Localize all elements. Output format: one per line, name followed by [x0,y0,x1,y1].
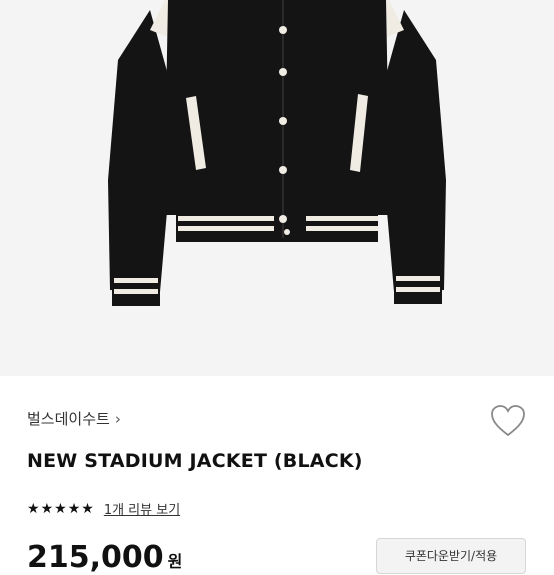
product-info: 벌스데이수트 › NEW STADIUM JACKET (BLACK) ★ ★ … [0,376,554,575]
star-rating: ★ ★ ★ ★ ★ [27,502,94,516]
star-icon: ★ [40,500,54,517]
coupon-button[interactable]: 쿠폰다운받기/적용 [376,538,526,574]
heart-outline-icon[interactable] [490,404,526,438]
jacket-illustration [108,0,446,306]
review-link[interactable]: 1개 리뷰 보기 [104,499,180,518]
star-icon: ★ [54,500,67,517]
product-title: NEW STADIUM JACKET (BLACK) [27,450,363,472]
price-value: 215,000 [27,540,164,575]
rating-row: ★ ★ ★ ★ ★ 1개 리뷰 보기 [27,499,180,519]
brand-link[interactable]: 벌스데이수트 › [27,408,121,429]
price: 215,000 원 [27,540,182,575]
star-icon: ★ [67,500,81,517]
brand-name: 벌스데이수트 [27,410,110,428]
star-icon: ★ [81,500,94,517]
chevron-right-icon: › [114,409,121,428]
star-icon: ★ [27,500,40,517]
price-unit: 원 [167,552,183,571]
product-image[interactable] [0,0,554,376]
